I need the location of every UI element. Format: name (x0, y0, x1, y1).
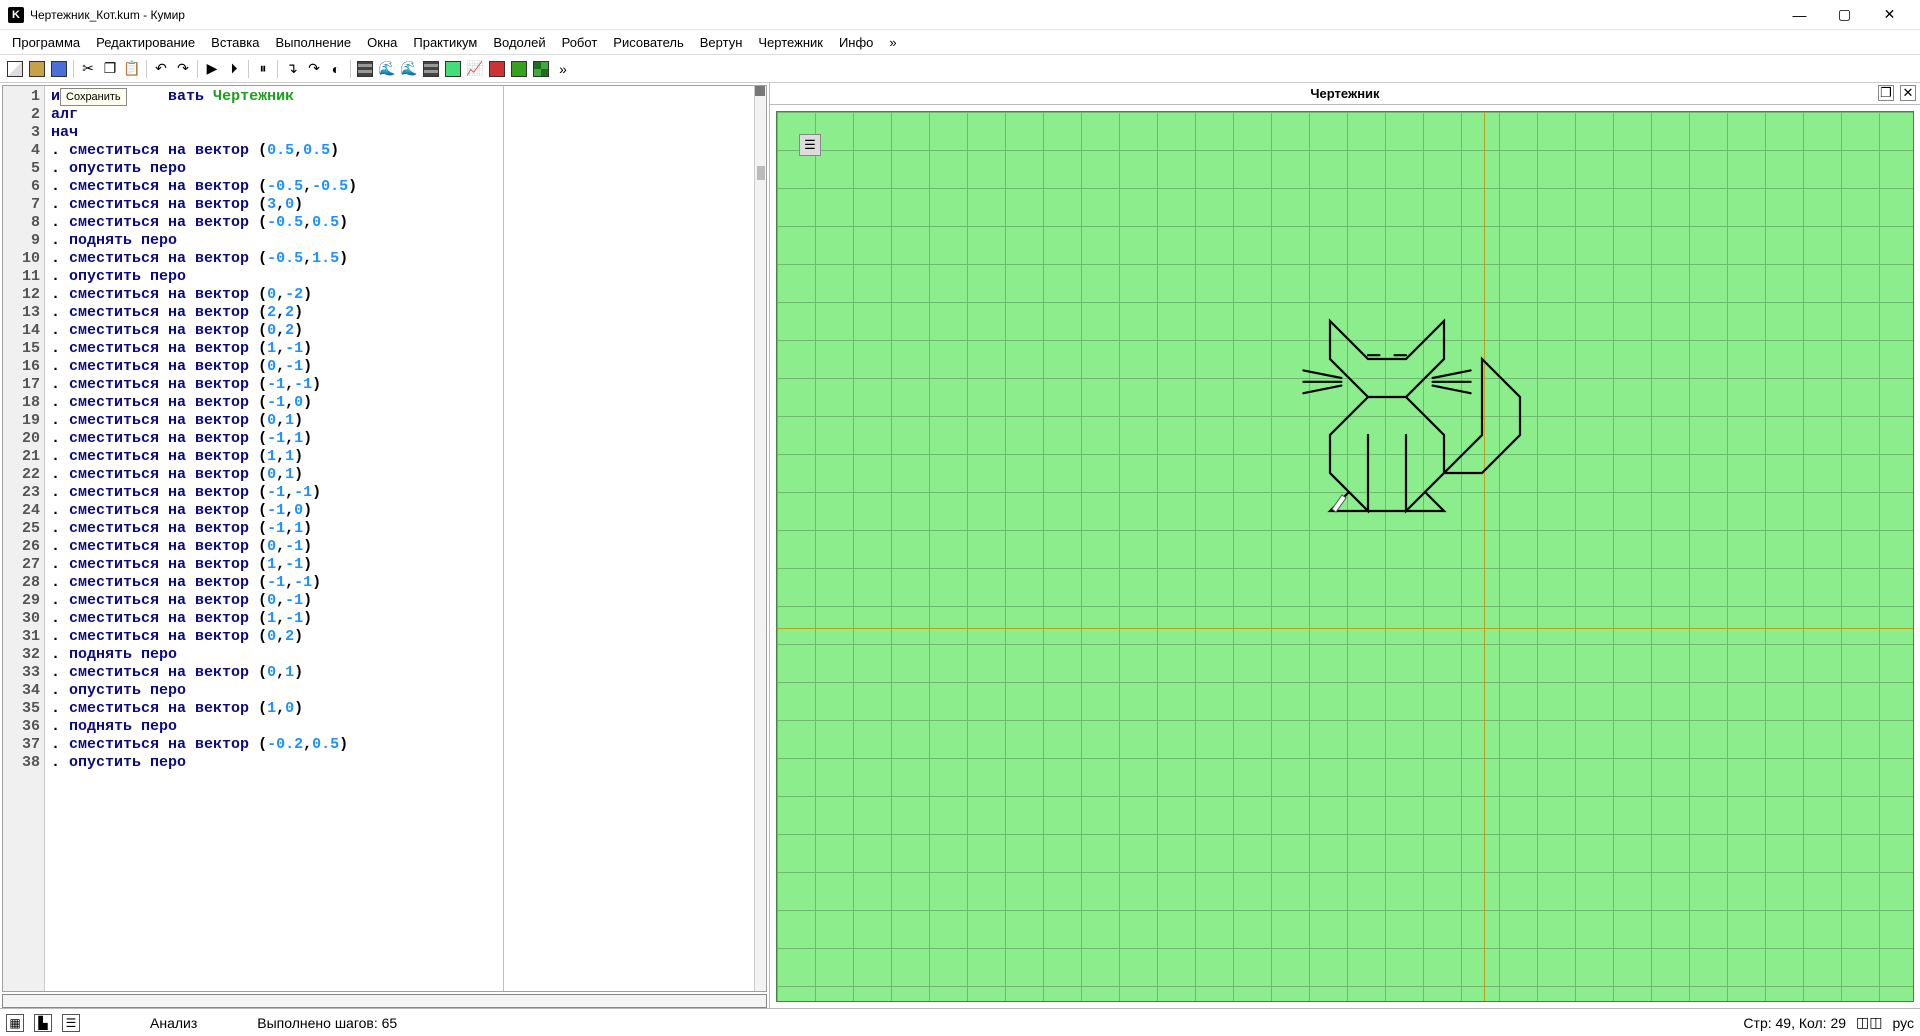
canvas-title-bar: Чертежник ❐ ✕ (770, 83, 1920, 105)
tool-wave2-icon[interactable]: 🌊 (398, 58, 420, 80)
menu-item-12[interactable]: » (881, 32, 904, 53)
toolbar-overflow-button[interactable]: » (552, 58, 574, 80)
menu-item-6[interactable]: Водолей (485, 32, 553, 53)
menu-item-3[interactable]: Выполнение (267, 32, 359, 53)
run-button[interactable]: ▶ (201, 58, 223, 80)
minimize-button[interactable]: — (1777, 1, 1822, 29)
undo-button[interactable] (150, 58, 172, 80)
image-icon[interactable] (442, 58, 464, 80)
main-area: 1234567891011121314151617181920212223242… (0, 83, 1920, 1008)
drawing-icon (777, 112, 1913, 1001)
canvas-body: ☰ (770, 105, 1920, 1008)
menu-item-4[interactable]: Окна (359, 32, 405, 53)
menu-item-7[interactable]: Робот (554, 32, 606, 53)
app-icon: K (8, 7, 24, 23)
open-file-button[interactable] (26, 58, 48, 80)
close-button[interactable]: ✕ (1867, 1, 1912, 29)
tooltip-save: Сохранить (60, 88, 127, 106)
save-file-button[interactable] (48, 58, 70, 80)
canvas-title: Чертежник (1310, 86, 1379, 101)
green-tool1-icon[interactable] (508, 58, 530, 80)
new-file-button[interactable] (4, 58, 26, 80)
maximize-button[interactable]: ▢ (1822, 1, 1867, 29)
grid-1-icon[interactable] (354, 58, 376, 80)
redo-button[interactable] (172, 58, 194, 80)
status-lang: рус (1893, 1015, 1914, 1031)
step-button[interactable]: ⏵ (223, 58, 245, 80)
grid-dark-icon[interactable] (420, 58, 442, 80)
menu-item-0[interactable]: Программа (4, 32, 88, 53)
green-tool2-icon[interactable] (530, 58, 552, 80)
menu-item-2[interactable]: Вставка (203, 32, 267, 53)
menu-bar: ПрограммаРедактированиеВставкаВыполнение… (0, 30, 1920, 55)
cut-button[interactable]: ✂ (77, 58, 99, 80)
paste-button[interactable]: 📋 (121, 58, 143, 80)
menu-item-10[interactable]: Чертежник (750, 32, 831, 53)
copy-button[interactable]: ❐ (99, 58, 121, 80)
editor-ruler (2, 994, 767, 1008)
status-bar: ▦ ▙ ☰ Анализ Выполнено шагов: 65 Стр: 49… (0, 1008, 1920, 1036)
step-into-button[interactable]: ↴ (281, 58, 303, 80)
red-tool-icon[interactable] (486, 58, 508, 80)
stop-button[interactable]: ◐ (325, 58, 347, 80)
editor-panel: 1234567891011121314151617181920212223242… (0, 83, 770, 1008)
menu-item-1[interactable]: Редактирование (88, 32, 203, 53)
chart-icon[interactable]: 📈 (464, 58, 486, 80)
code-editor[interactable]: 1234567891011121314151617181920212223242… (2, 85, 767, 992)
canvas-close-button[interactable]: ✕ (1900, 85, 1916, 101)
menu-item-11[interactable]: Инфо (831, 32, 881, 53)
menu-item-5[interactable]: Практикум (405, 32, 485, 53)
status-position: Стр: 49, Кол: 29 ◫◫ рус (1743, 1014, 1914, 1031)
status-icon-2[interactable]: ▙ (34, 1014, 52, 1032)
step-over-button[interactable]: ↷ (303, 58, 325, 80)
status-icon-3[interactable]: ☰ (62, 1014, 80, 1032)
indicator-icon: ◫◫ (1856, 1014, 1882, 1031)
window-title: Чертежник_Кот.kum - Кумир (30, 8, 1777, 22)
canvas-restore-button[interactable]: ❐ (1878, 85, 1894, 101)
menu-item-8[interactable]: Рисователь (605, 32, 691, 53)
line-gutter: 1234567891011121314151617181920212223242… (3, 86, 45, 991)
status-icon-1[interactable]: ▦ (6, 1014, 24, 1032)
pause-button[interactable]: ⏸ (252, 58, 274, 80)
menu-item-9[interactable]: Вертун (692, 32, 751, 53)
status-analysis: Анализ (150, 1015, 197, 1031)
canvas-grid: ☰ (776, 111, 1914, 1002)
title-bar: K Чертежник_Кот.kum - Кумир — ▢ ✕ (0, 0, 1920, 30)
toolbar: ✂ ❐ 📋 ▶ ⏵ ⏸ ↴ ↷ ◐ 🌊 🌊 📈 » (0, 55, 1920, 83)
editor-right-pane (503, 86, 753, 991)
canvas-panel: Чертежник ❐ ✕ ☰ (770, 83, 1920, 1008)
tool-wave1-icon[interactable]: 🌊 (376, 58, 398, 80)
editor-scrollbar[interactable] (754, 86, 766, 991)
status-steps: Выполнено шагов: 65 (257, 1015, 397, 1031)
